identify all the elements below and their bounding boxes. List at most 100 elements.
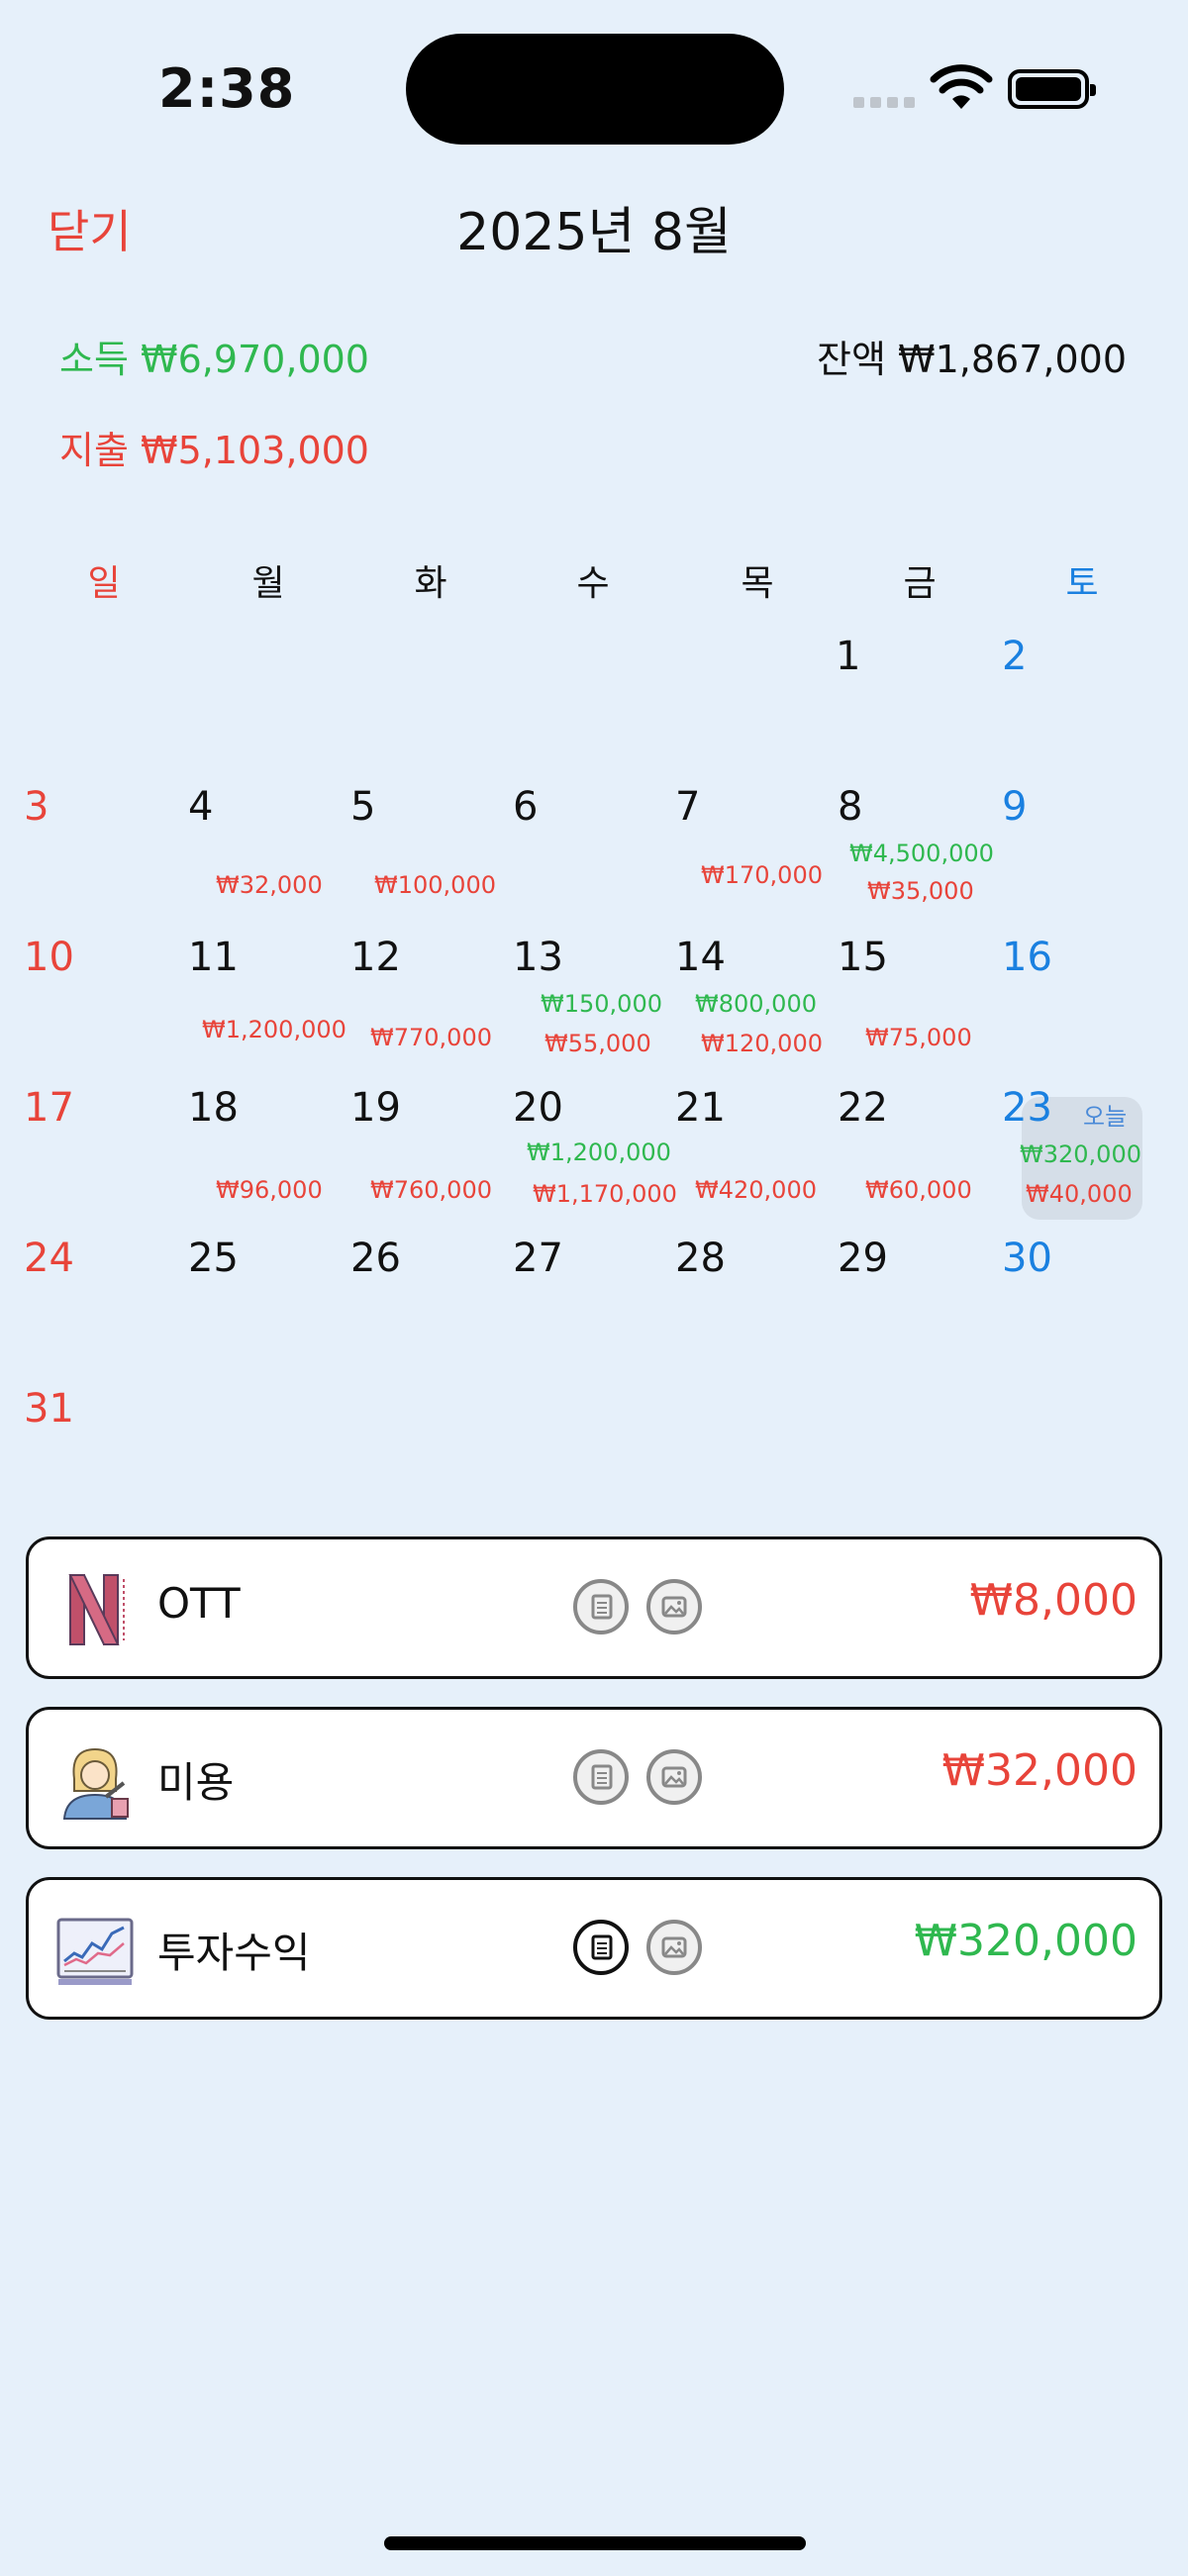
income-summary: 소득 ₩6,970,000: [59, 338, 369, 381]
memo-button[interactable]: [573, 1749, 629, 1805]
day-number: 8: [838, 784, 863, 830]
memo-button[interactable]: [573, 1920, 629, 1975]
day-number: 22: [838, 1085, 888, 1131]
month-title: 2025년 8월: [456, 203, 732, 262]
day-expense: ₩770,000: [370, 1024, 492, 1051]
status-time: 2:38: [158, 57, 296, 120]
investment-chart-icon: [56, 1918, 134, 1985]
calendar-day[interactable]: 4 ₩32,000: [188, 784, 350, 935]
photo-button[interactable]: [646, 1749, 702, 1805]
day-expense: ₩170,000: [701, 861, 823, 889]
photo-button[interactable]: [646, 1579, 702, 1635]
calendar-day[interactable]: 9: [1002, 784, 1164, 935]
image-icon: [661, 1766, 687, 1788]
transaction-name: 미용: [157, 1758, 235, 1807]
day-expense: ₩40,000: [1026, 1180, 1133, 1208]
day-expense: ₩55,000: [544, 1030, 651, 1057]
day-number: 23: [1002, 1085, 1052, 1131]
cellular-signal-icon: [853, 97, 915, 108]
day-number: 4: [188, 784, 214, 830]
calendar-day[interactable]: 28: [675, 1236, 838, 1386]
day-number: 9: [1002, 784, 1028, 830]
calendar-day[interactable]: 1: [836, 634, 998, 784]
calendar-day[interactable]: 2: [1002, 634, 1164, 784]
calendar-day[interactable]: 25: [188, 1236, 350, 1386]
image-icon: [661, 1936, 687, 1958]
weekday-wed: 수: [576, 563, 610, 604]
calendar-day[interactable]: 22 ₩60,000: [838, 1085, 1000, 1236]
day-number: 19: [350, 1085, 401, 1131]
weekday-mon: 월: [251, 563, 285, 604]
calendar-day[interactable]: 5 ₩100,000: [350, 784, 513, 935]
calendar-day[interactable]: 21 ₩420,000: [675, 1085, 838, 1236]
transaction-name: OTT: [157, 1579, 241, 1628]
day-number: 18: [188, 1085, 239, 1131]
day-income: ₩800,000: [695, 990, 817, 1018]
day-expense: ₩96,000: [216, 1176, 323, 1204]
transaction-card[interactable]: OTT ₩8,000: [26, 1536, 1162, 1679]
calendar-day[interactable]: 13 ₩150,000 ₩55,000: [513, 935, 675, 1085]
netflix-icon: [68, 1574, 125, 1645]
day-income: ₩4,500,000: [849, 840, 994, 867]
expense-summary: 지출 ₩5,103,000: [59, 429, 369, 472]
calendar-day[interactable]: 14 ₩800,000 ₩120,000: [675, 935, 838, 1085]
day-expense: ₩1,170,000: [533, 1180, 677, 1208]
calendar-day[interactable]: 24: [24, 1236, 186, 1386]
day-expense: ₩100,000: [374, 871, 496, 899]
calendar-day[interactable]: 20 ₩1,200,000 ₩1,170,000: [513, 1085, 677, 1236]
day-number: 16: [1002, 935, 1052, 980]
calendar-day[interactable]: 31: [24, 1386, 186, 1536]
image-icon: [661, 1596, 687, 1618]
day-number: 25: [188, 1236, 239, 1281]
calendar-day[interactable]: 3: [24, 784, 186, 935]
transaction-amount: ₩320,000: [914, 1916, 1138, 1966]
weekday-tue: 화: [414, 563, 447, 604]
weekday-fri: 금: [903, 563, 937, 604]
calendar-day-today[interactable]: 23 ₩320,000 ₩40,000: [1002, 1085, 1164, 1236]
day-number: 11: [188, 935, 239, 980]
day-number: 1: [836, 634, 861, 679]
day-number: 30: [1002, 1236, 1052, 1281]
day-income: ₩320,000: [1020, 1140, 1141, 1168]
calendar-day[interactable]: 26: [350, 1236, 513, 1386]
calendar-day[interactable]: 10: [24, 935, 186, 1085]
home-indicator[interactable]: [384, 2536, 806, 2550]
day-income: ₩150,000: [541, 990, 662, 1018]
calendar-day[interactable]: 11 ₩1,200,000: [188, 935, 350, 1085]
calendar-day[interactable]: 12 ₩770,000: [350, 935, 513, 1085]
day-expense: ₩760,000: [370, 1176, 492, 1204]
day-number: 29: [838, 1236, 888, 1281]
day-expense: ₩32,000: [216, 871, 323, 899]
photo-button[interactable]: [646, 1920, 702, 1975]
memo-icon: [591, 1764, 613, 1790]
transaction-name: 투자수익: [157, 1929, 311, 1977]
wifi-icon: [930, 64, 993, 109]
calendar-day[interactable]: 8 ₩4,500,000 ₩35,000: [838, 784, 1000, 935]
calendar-day[interactable]: 7 ₩170,000: [675, 784, 838, 935]
calendar-day[interactable]: 30: [1002, 1236, 1164, 1386]
calendar-day[interactable]: 16: [1002, 935, 1164, 1085]
calendar-day[interactable]: 19 ₩760,000: [350, 1085, 513, 1236]
day-number: 6: [513, 784, 539, 830]
day-expense: ₩120,000: [701, 1030, 823, 1057]
day-number: 17: [24, 1085, 74, 1131]
calendar-day[interactable]: 15 ₩75,000: [838, 935, 1000, 1085]
day-number: 24: [24, 1236, 74, 1281]
memo-icon: [591, 1594, 613, 1620]
calendar-day[interactable]: 18 ₩96,000: [188, 1085, 350, 1236]
memo-button[interactable]: [573, 1579, 629, 1635]
weekday-thu: 목: [741, 563, 774, 604]
calendar-day[interactable]: 17: [24, 1085, 186, 1236]
weekday-sun: 일: [87, 563, 121, 604]
day-number: 12: [350, 935, 401, 980]
calendar-day[interactable]: 6: [513, 784, 675, 935]
battery-icon: [1008, 69, 1096, 109]
calendar-day[interactable]: 29: [838, 1236, 1000, 1386]
day-expense: ₩75,000: [865, 1024, 972, 1051]
transaction-amount: ₩32,000: [941, 1745, 1138, 1796]
transaction-card[interactable]: 미용 ₩32,000: [26, 1707, 1162, 1849]
transaction-card[interactable]: 투자수익 ₩320,000: [26, 1877, 1162, 2020]
calendar-day[interactable]: 27: [513, 1236, 675, 1386]
day-income: ₩1,200,000: [527, 1139, 671, 1166]
day-number: 27: [513, 1236, 563, 1281]
